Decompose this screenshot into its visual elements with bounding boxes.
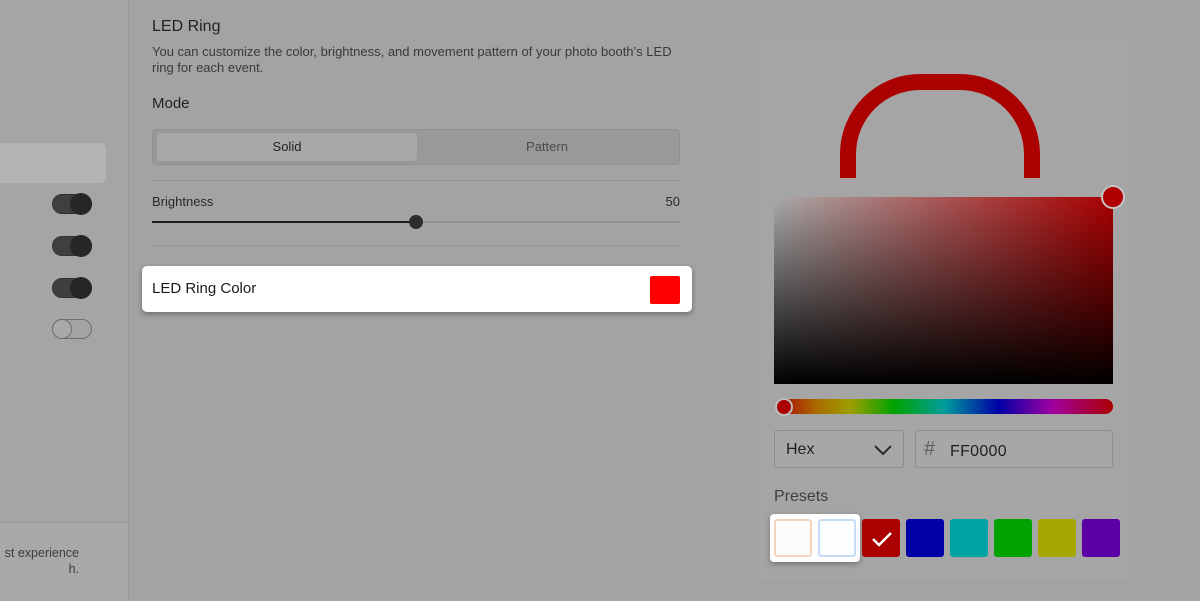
brightness-label: Brightness	[152, 194, 214, 209]
hex-input-value: FF0000	[950, 443, 1007, 460]
hue-slider[interactable]	[776, 399, 1113, 414]
preset-swatch[interactable]	[950, 519, 988, 557]
saturation-value-area[interactable]	[774, 197, 1113, 384]
presets-label: Presets	[774, 488, 829, 505]
brightness-slider[interactable]	[152, 215, 680, 229]
preset-swatch[interactable]	[906, 519, 944, 557]
toggle-knob	[70, 193, 92, 215]
section-description: You can customize the color, brightness,…	[152, 44, 672, 75]
led-ring-color-row[interactable]: LED Ring Color	[142, 266, 692, 312]
mode-label: Mode	[152, 95, 190, 112]
section-title: LED Ring	[152, 18, 221, 35]
footer-line-2: h.	[68, 562, 79, 576]
toggle-knob	[70, 277, 92, 299]
led-ring-color-swatch[interactable]	[650, 276, 680, 304]
toggle-knob	[52, 319, 72, 339]
led-ring-shape	[840, 74, 1040, 178]
color-format-value: Hex	[786, 441, 815, 458]
brightness-slider-thumb[interactable]	[409, 215, 423, 229]
mode-segmented-control: Solid Pattern	[152, 129, 680, 165]
preset-swatch[interactable]	[774, 519, 812, 557]
hex-input[interactable]: # FF0000	[915, 430, 1113, 468]
preset-swatch[interactable]	[994, 519, 1032, 557]
led-ring-preview	[840, 74, 1040, 178]
toggle-switch-4[interactable]	[52, 319, 92, 339]
mode-option-solid[interactable]: Solid	[157, 133, 417, 161]
sidebar-item-selected[interactable]	[0, 143, 106, 183]
toggle-switch-3[interactable]	[52, 277, 92, 299]
hue-slider-handle[interactable]	[775, 398, 793, 416]
divider	[152, 180, 680, 181]
saturation-value-handle[interactable]	[1101, 185, 1125, 209]
preset-swatch[interactable]	[1038, 519, 1076, 557]
toggle-switch-1[interactable]	[52, 193, 92, 215]
checkmark-icon	[872, 532, 892, 547]
preset-swatch[interactable]	[818, 519, 856, 557]
toggle-knob	[70, 235, 92, 257]
chevron-down-icon	[874, 445, 892, 456]
brightness-slider-fill	[152, 221, 416, 223]
sidebar: st experience h.	[0, 0, 129, 601]
preset-swatch[interactable]	[1082, 519, 1120, 557]
divider	[152, 245, 680, 246]
brightness-value: 50	[665, 194, 680, 209]
toggle-switch-2[interactable]	[52, 235, 92, 257]
hash-icon: #	[924, 438, 936, 460]
mode-option-pattern[interactable]: Pattern	[417, 133, 677, 161]
color-format-select[interactable]: Hex	[774, 430, 904, 468]
led-ring-color-label: LED Ring Color	[152, 280, 257, 297]
sidebar-footer-text: st experience h.	[0, 522, 128, 601]
footer-line-1: st experience	[4, 546, 79, 560]
preset-swatch[interactable]	[862, 519, 900, 557]
